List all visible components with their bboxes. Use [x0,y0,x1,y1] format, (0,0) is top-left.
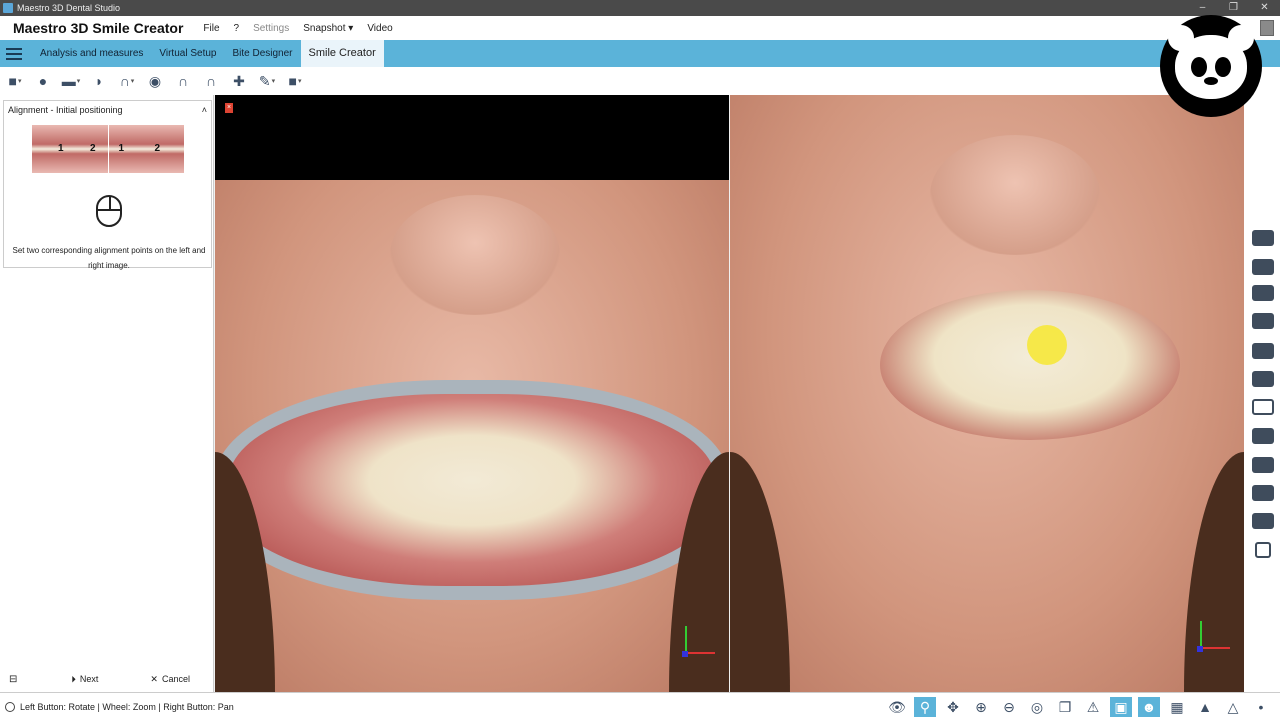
smile-mouth [880,290,1180,440]
tooth-view-icon[interactable] [1252,259,1274,275]
implant-icon[interactable]: ✚ [228,71,250,91]
menu-bar: Maestro 3D Smile Creator File ? Settings… [0,16,1280,40]
zoom-out-icon[interactable]: ⊖ [998,697,1020,717]
tooth-view-icon[interactable] [1252,230,1274,246]
tooth-icon[interactable]: ◉ [144,71,166,91]
panel-header[interactable]: Alignment - Initial positioning ˄ [4,101,211,119]
chevron-up-icon[interactable]: ˄ [202,105,207,115]
target-icon[interactable]: ◎ [1026,697,1048,717]
close-icon: ✕ [150,673,158,684]
thumbnail-right[interactable]: 1 2 [108,125,184,173]
tooth-view-icon[interactable] [1252,513,1274,529]
thumbnail-strip: 1 2 1 2 [32,125,184,173]
panel-title: Alignment - Initial positioning [8,105,123,115]
eye-icon[interactable]: 👁 [886,697,908,717]
retracted-mouth [215,380,729,600]
next-button[interactable]: ⏵ Next [71,674,98,685]
head-icon[interactable]: ● [32,71,54,91]
tooth-view-icon[interactable] [1252,313,1274,329]
window-title: Maestro 3D Dental Studio [17,3,121,13]
menu-snapshot[interactable]: Snapshot ▾ [303,23,353,34]
tooth-view-icon[interactable] [1252,485,1274,501]
gum-icon[interactable]: ◗ [88,71,110,91]
alignment-panel: Alignment - Initial positioning ˄ 1 2 1 … [3,100,212,270]
status-text: Left Button: Rotate | Wheel: Zoom | Righ… [20,701,234,712]
sidebar-footer: ⊟ ⏵ Next ✕ Cancel [0,669,214,689]
window-titlebar: Maestro 3D Dental Studio – ❐ ✕ [0,0,1280,16]
tab-smile-creator[interactable]: Smile Creator [300,40,384,67]
menu-file[interactable]: File [203,23,219,34]
triangle-icon[interactable]: ▲ [1194,697,1216,717]
nose-region [390,195,560,315]
panel-toggle-icon[interactable]: ⊟ [9,674,17,685]
zoom-in-icon[interactable]: ⊕ [970,697,992,717]
status-icon [5,701,15,712]
arch-select-icon[interactable] [1252,399,1274,415]
menu-help[interactable]: ? [234,23,240,34]
dot-icon[interactable]: • [1250,697,1272,717]
minimize-icon[interactable]: – [1187,0,1218,16]
thumbnail-left[interactable]: 1 2 [32,125,108,173]
warning-icon[interactable]: ⚠ [1082,697,1104,717]
arch-outline-icon-2[interactable]: ∩ [200,71,222,91]
instruction-text: Set two corresponding alignment points o… [12,246,206,270]
left-image-viewport[interactable]: × [215,95,729,692]
next-icon: ⏵ [71,673,76,684]
teeth-row-icon[interactable]: ▬ ▾ [60,71,82,91]
grid-icon[interactable] [1255,542,1271,558]
nose-region [930,135,1100,255]
square-icon[interactable]: ■ ▾ [284,71,306,91]
hamburger-menu-icon[interactable] [6,47,22,60]
tab-analysis[interactable]: Analysis and measures [32,40,151,67]
axes-gizmo [682,620,725,660]
tab-bite-designer[interactable]: Bite Designer [224,40,300,67]
menu-settings[interactable]: Settings [253,23,289,34]
grid-icon[interactable]: ▦ [1166,697,1188,717]
panda-logo [1160,15,1262,117]
pen-icon[interactable]: ✎ ▾ [256,71,278,91]
close-icon[interactable]: ✕ [1249,0,1280,16]
close-viewport-icon[interactable]: × [225,103,233,113]
layers-icon[interactable]: ■ ▾ [4,71,26,91]
tab-virtual-setup[interactable]: Virtual Setup [151,40,224,67]
app-icon [3,3,13,13]
tooth-view-icon[interactable] [1252,343,1274,359]
maximize-icon[interactable]: ❐ [1218,0,1249,16]
toolbar: ■ ▾ ● ▬ ▾ ◗ ∩ ▾ ◉ ∩ ∩ ✚ ✎ ▾ ■ ▾ [0,67,1280,95]
arch-outline-icon[interactable]: ∩ [172,71,194,91]
view-toolbar: 👁 ⚲ ✥ ⊕ ⊖ ◎ ❐ ⚠ ▣ ☻ ▦ ▲ △ • [886,697,1272,717]
tooth-view-icon[interactable] [1252,428,1274,444]
select-tooth-icon[interactable]: ⚲ [914,697,936,717]
right-image-viewport[interactable] [730,95,1244,692]
next-label: Next [79,674,99,684]
cursor-highlight [1027,325,1067,365]
arch-icon[interactable]: ∩ ▾ [116,71,138,91]
tooth-view-icon[interactable] [1252,285,1274,301]
axes-gizmo [1197,615,1240,655]
status-bar: Left Button: Rotate | Wheel: Zoom | Righ… [0,692,1280,720]
thumb-label: 2 [90,143,96,154]
thumb-label: 2 [154,143,161,154]
tooth-view-icon[interactable] [1252,371,1274,387]
image-icon[interactable]: ▣ [1110,697,1132,717]
thumb-label: 1 [118,143,125,154]
app-title: Maestro 3D Smile Creator [13,20,184,36]
menu-video[interactable]: Video [367,23,392,34]
sidebar: Alignment - Initial positioning ˄ 1 2 1 … [0,95,214,692]
right-toolbar [1244,95,1280,692]
person-icon[interactable]: ☻ [1138,697,1160,717]
tooth-view-icon[interactable] [1252,457,1274,473]
cancel-button[interactable]: ✕ Cancel [150,674,190,685]
copy-icon[interactable]: ❐ [1054,697,1076,717]
menu-snapshot-label: Snapshot [303,22,346,34]
chevron-down-icon: ▾ [348,22,354,34]
window-controls: – ❐ ✕ [1187,0,1280,16]
cancel-label: Cancel [161,674,190,684]
mouse-icon [96,195,122,227]
user-icon[interactable] [1260,20,1274,36]
triangle-outline-icon[interactable]: △ [1222,697,1244,717]
move-icon[interactable]: ✥ [942,697,964,717]
thumb-label: 1 [58,143,64,154]
ribbon: Analysis and measures Virtual Setup Bite… [0,40,1280,67]
